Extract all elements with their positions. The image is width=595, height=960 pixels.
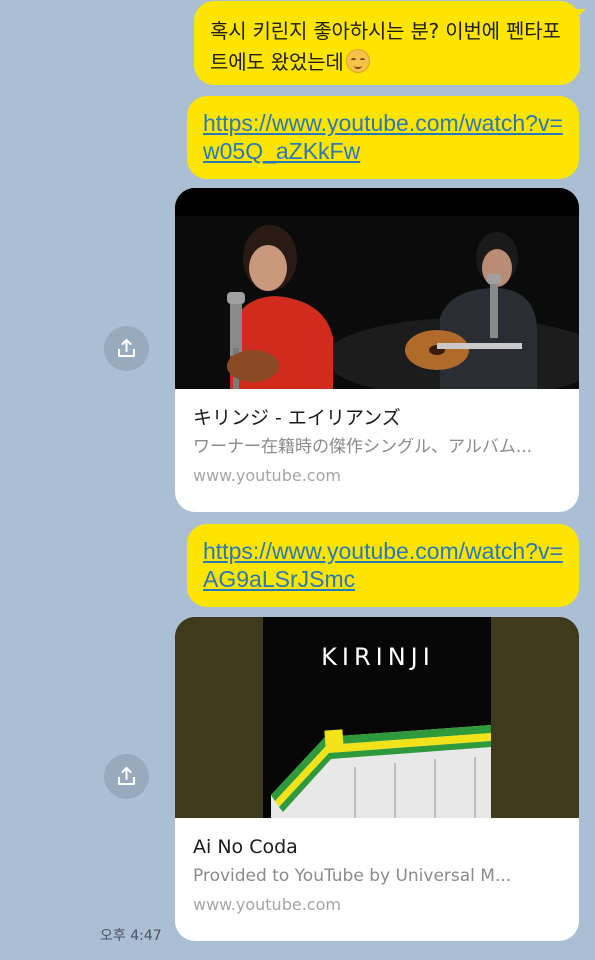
card-title-1: キリンジ - エイリアンズ — [193, 407, 401, 429]
link-preview-card-1[interactable]: キリンジ - エイリアンズ ワーナー在籍時の傑作シングル、アルバム... www… — [175, 188, 579, 512]
album-logo-text: KIRINJI — [321, 643, 435, 671]
video-thumbnail-2: KIRINJI — [175, 617, 579, 818]
card-title-2: Ai No Coda — [193, 836, 298, 858]
video-thumbnail-1 — [175, 188, 579, 389]
share-button-1[interactable] — [104, 326, 149, 371]
card-description-1: ワーナー在籍時の傑作シングル、アルバム... — [193, 437, 533, 457]
message-timestamp: 오후 4:47 — [100, 928, 162, 944]
message-bubble-link-1: https://www.youtube.com/watch?v=w05Q_aZK… — [187, 96, 579, 179]
link-preview-card-2[interactable]: KIRINJI Ai No Coda Provided to YouTube b… — [175, 617, 579, 941]
card-domain-1: www.youtube.com — [193, 466, 341, 485]
message-bubble-link-2: https://www.youtube.com/watch?v=AG9aLSrJ… — [187, 524, 579, 607]
message-bubble-text[interactable]: 혹시 키린지 좋아하시는 분? 이번에 펜타포트에도 왔었는데 — [194, 1, 586, 85]
youtube-link-2[interactable]: https://www.youtube.com/watch?v=AG9aLSrJ… — [203, 538, 563, 592]
share-icon — [118, 339, 135, 357]
share-icon — [118, 767, 135, 785]
share-button-2[interactable] — [104, 754, 149, 799]
card-domain-2: www.youtube.com — [193, 895, 341, 914]
message-text: 혹시 키린지 좋아하시는 분? 이번에 펜타포트에도 왔었는데 — [210, 19, 561, 74]
youtube-link-1[interactable]: https://www.youtube.com/watch?v=w05Q_aZK… — [203, 110, 563, 164]
bubble-tail — [572, 9, 586, 21]
smiling-face-emoji-icon — [345, 49, 370, 73]
video-thumbnail-image — [175, 188, 579, 389]
card-description-2: Provided to YouTube by Universal M... — [193, 866, 512, 886]
